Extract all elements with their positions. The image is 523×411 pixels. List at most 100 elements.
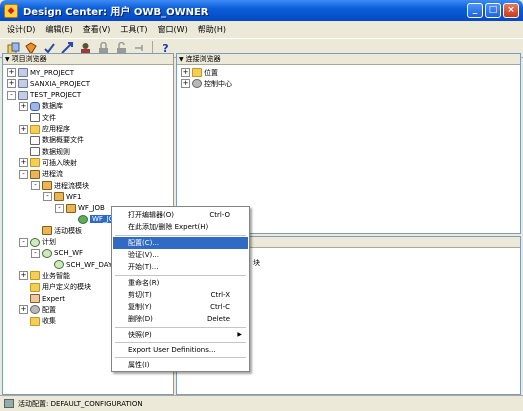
menu-item-label: 在此添加/删除 Expert(H)	[128, 223, 209, 232]
expand-icon[interactable]: +	[181, 68, 190, 77]
tree-node[interactable]: + 业务智能	[19, 270, 70, 281]
context-menu-item[interactable]: 在此添加/删除 Expert(H)	[113, 221, 248, 233]
context-menu-item[interactable]: 剪切(T) Ctrl-X	[113, 289, 248, 301]
collapse-triangle-icon[interactable]: ▼	[5, 56, 10, 63]
tree-node-label: 数据规则	[42, 147, 70, 156]
menu-item-label: 打开编辑器(O)	[128, 211, 174, 219]
expand-icon[interactable]: +	[7, 68, 16, 77]
tree-node[interactable]: Expert	[19, 293, 65, 304]
collapse-icon[interactable]: -	[19, 237, 28, 247]
menu-item-label: 剪切(T)	[128, 290, 152, 299]
file-icon	[30, 147, 40, 157]
tree-node[interactable]: 活动模板	[31, 225, 82, 236]
tree-node[interactable]: 用户定义的模块	[19, 282, 91, 293]
db-icon	[30, 101, 40, 111]
tree-node-label: Expert	[42, 294, 65, 303]
menu-item-shortcut: Ctrl-O	[209, 211, 230, 219]
tree-node[interactable]: - WF_JOB	[55, 203, 105, 214]
proj-icon	[18, 68, 28, 77]
expand-icon[interactable]: +	[181, 79, 190, 89]
tree-node-label: MY_PROJECT	[30, 68, 75, 77]
context-menu-item[interactable]: 重命名(R)	[113, 277, 248, 289]
expand-icon[interactable]: +	[19, 271, 28, 281]
collapse-icon[interactable]: -	[7, 90, 16, 100]
tree-node[interactable]: + SANXIA_PROJECT	[7, 78, 90, 89]
menu-window[interactable]: 窗口(W)	[153, 24, 193, 35]
tree-node[interactable]: + 可插入映射	[19, 157, 77, 168]
menu-view[interactable]: 查看(V)	[78, 24, 116, 35]
menu-edit[interactable]: 编辑(E)	[40, 24, 77, 35]
context-menu-item[interactable]: 打开编辑器(O) Ctrl-O	[113, 209, 248, 221]
collapse-icon[interactable]: -	[43, 192, 52, 202]
folder-icon	[30, 282, 40, 292]
tree-node[interactable]: - TEST_PROJECT	[7, 90, 81, 101]
tree-node[interactable]: + 控制中心	[181, 78, 232, 89]
context-menu-item[interactable]: 验证(V)...	[113, 249, 248, 261]
panel-title: 项目浏览器	[11, 55, 47, 63]
tree-node-label: 进程流模块	[54, 181, 89, 190]
tree-node[interactable]: 收集	[19, 316, 56, 327]
collapse-icon[interactable]: -	[31, 248, 40, 258]
context-menu-item[interactable]: 配置(C)...	[113, 236, 248, 249]
submenu-arrow-icon: ▶	[237, 331, 242, 339]
gear-icon	[30, 305, 40, 315]
tree-node[interactable]: - SCH_WF	[31, 248, 83, 259]
menu-tools[interactable]: 工具(T)	[115, 24, 152, 35]
expand-icon[interactable]: +	[19, 158, 28, 168]
folder-icon	[192, 68, 202, 77]
expand-icon[interactable]: +	[7, 79, 16, 89]
expand-icon[interactable]: +	[19, 101, 28, 111]
context-menu-item[interactable]: 复制(Y) Ctrl-C	[113, 301, 248, 313]
tree-node[interactable]: + 配置	[19, 304, 56, 315]
menu-item-label: 验证(V)...	[128, 250, 159, 259]
flow-icon	[66, 203, 76, 213]
tree-node-label: 控制中心	[204, 79, 232, 88]
status-text: 活动配置: DEFAULT_CONFIGURATION	[18, 399, 143, 408]
collapse-icon[interactable]: -	[55, 203, 64, 213]
menu-design[interactable]: 设计(D)	[2, 24, 40, 35]
tree-node-label: 配置	[42, 305, 56, 314]
expand-icon[interactable]: +	[19, 124, 28, 134]
tree-node[interactable]: SCH_WF_DAY	[43, 259, 112, 270]
tree-node-label: 数据概要文件	[42, 136, 84, 145]
collapse-triangle-icon[interactable]: ▼	[179, 56, 184, 63]
menu-separator	[115, 357, 246, 359]
maximize-button[interactable]: □	[485, 3, 501, 18]
tree-node-label: 数据库	[42, 102, 63, 111]
tree-node-label: WF1	[66, 192, 82, 201]
collapse-icon[interactable]: -	[19, 169, 28, 179]
app-logo-icon: ◆	[4, 3, 18, 18]
expand-icon[interactable]: +	[19, 305, 28, 315]
tree-node[interactable]: 数据规则	[19, 146, 70, 157]
tree-node[interactable]: + 应用程序	[19, 124, 70, 135]
connection-explorer-header: ▼ 连接浏览器	[177, 54, 520, 65]
tree-node[interactable]: 数据概要文件	[19, 135, 84, 146]
tree-node-label: 用户定义的模块	[42, 283, 91, 292]
tree-node[interactable]: + 位置	[181, 67, 218, 78]
context-menu-item[interactable]: 开始(T)...	[113, 261, 248, 273]
context-menu-item[interactable]: 删除(D) Delete	[113, 313, 248, 325]
file-icon	[30, 113, 40, 123]
tree-node[interactable]: 文件	[19, 112, 56, 123]
tree-node[interactable]: - 进程流模块	[31, 180, 89, 191]
tree-node[interactable]: - 计划	[19, 237, 56, 248]
menu-separator	[115, 342, 246, 343]
context-menu-item[interactable]: 属性(I)	[113, 359, 248, 371]
minimize-button[interactable]: _	[467, 3, 483, 18]
collapse-icon[interactable]: -	[31, 181, 40, 190]
tree-node[interactable]: + 数据库	[19, 101, 63, 112]
tree-node[interactable]: - WF1	[43, 191, 81, 202]
menu-help[interactable]: 帮助(H)	[193, 24, 231, 35]
tree-node-label: TEST_PROJECT	[30, 91, 82, 100]
close-button[interactable]: ×	[503, 3, 519, 18]
context-menu-item[interactable]: 快照(P) ▶	[113, 329, 248, 341]
flow-icon	[30, 169, 40, 179]
tree-node[interactable]: - 进程流	[19, 169, 63, 180]
context-menu-item[interactable]: Export User Definitions...	[113, 344, 248, 356]
window-title: Design Center: 用户 OWB_OWNER	[23, 7, 209, 18]
tree-node[interactable]: + MY_PROJECT	[7, 67, 74, 78]
folder-icon	[30, 158, 40, 168]
title-bar: ◆ Design Center: 用户 OWB_OWNER _ □ ×	[0, 0, 523, 21]
proj-icon	[18, 90, 28, 100]
clock-icon	[30, 237, 40, 247]
